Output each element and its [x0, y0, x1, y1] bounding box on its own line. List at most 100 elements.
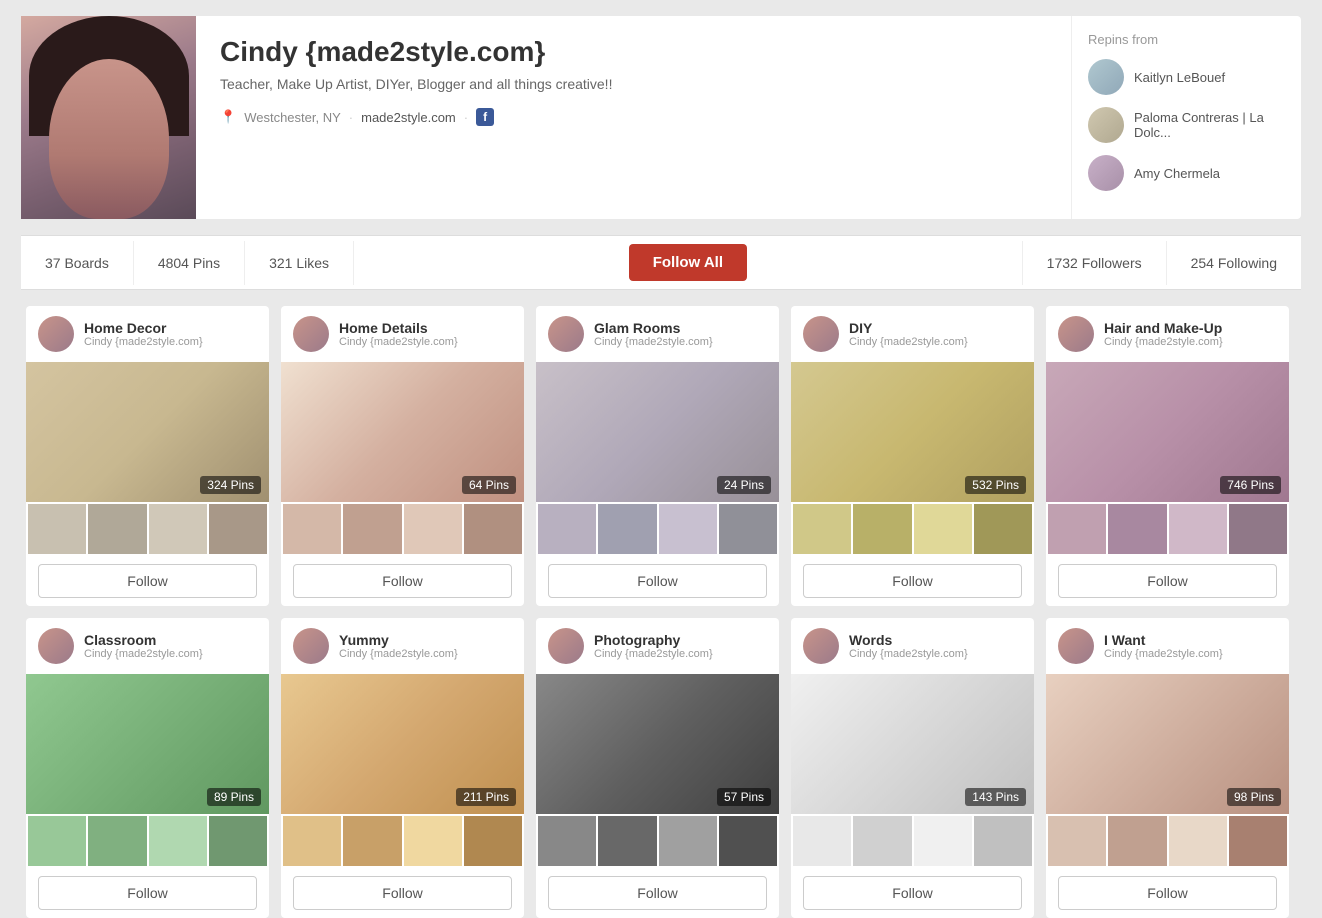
board-card-5: Classroom Cindy {made2style.com} 89 Pins… [26, 618, 269, 918]
follow-all-button[interactable]: Follow All [629, 244, 747, 281]
board-thumbs-5 [26, 814, 269, 868]
following-stat[interactable]: 254 Following [1166, 241, 1301, 285]
board-card-4: Hair and Make-Up Cindy {made2style.com} … [1046, 306, 1289, 606]
thumb-1 [1108, 816, 1166, 866]
board-card-6: Yummy Cindy {made2style.com} 211 Pins Fo… [281, 618, 524, 918]
separator2: · [464, 110, 468, 125]
board-pin-count-0: 324 Pins [200, 476, 261, 494]
board-avatar-7 [548, 628, 584, 664]
board-main-img-1[interactable]: 64 Pins [281, 362, 524, 502]
profile-website[interactable]: made2style.com [361, 110, 456, 125]
pins-stat[interactable]: 4804 Pins [134, 241, 245, 285]
board-main-img-5[interactable]: 89 Pins [26, 674, 269, 814]
board-main-img-0[interactable]: 324 Pins [26, 362, 269, 502]
thumb-1 [598, 504, 656, 554]
repin-name-3: Amy Chermela [1134, 166, 1220, 181]
board-title-5: Classroom [84, 632, 203, 648]
follow-button-5[interactable]: Follow [38, 876, 257, 910]
facebook-icon[interactable]: f [476, 108, 494, 126]
board-main-img-7[interactable]: 57 Pins [536, 674, 779, 814]
board-thumbs-4 [1046, 502, 1289, 556]
follow-button-3[interactable]: Follow [803, 564, 1022, 598]
thumb-1 [853, 816, 911, 866]
repin-avatar-1 [1088, 59, 1124, 95]
board-thumbs-9 [1046, 814, 1289, 868]
board-owner-7: Cindy {made2style.com} [594, 648, 713, 660]
thumb-2 [149, 504, 207, 554]
board-title-6: Yummy [339, 632, 458, 648]
board-card-8: Words Cindy {made2style.com} 143 Pins Fo… [791, 618, 1034, 918]
board-thumbs-6 [281, 814, 524, 868]
board-avatar-6 [293, 628, 329, 664]
board-pin-count-4: 746 Pins [1220, 476, 1281, 494]
thumb-0 [283, 504, 341, 554]
board-main-img-3[interactable]: 532 Pins [791, 362, 1034, 502]
board-main-img-9[interactable]: 98 Pins [1046, 674, 1289, 814]
board-title-2: Glam Rooms [594, 320, 713, 336]
thumb-1 [598, 816, 656, 866]
separator: · [349, 110, 353, 125]
followers-stat[interactable]: 1732 Followers [1022, 241, 1166, 285]
boards-stat[interactable]: 37 Boards [21, 241, 134, 285]
board-owner-4: Cindy {made2style.com} [1104, 336, 1223, 348]
board-header-6: Yummy Cindy {made2style.com} [281, 618, 524, 674]
repin-person-1[interactable]: Kaitlyn LeBouef [1088, 59, 1285, 95]
board-pin-count-6: 211 Pins [456, 788, 516, 806]
board-pin-count-8: 143 Pins [965, 788, 1026, 806]
follow-button-9[interactable]: Follow [1058, 876, 1277, 910]
follow-button-8[interactable]: Follow [803, 876, 1022, 910]
stats-bar: 37 Boards 4804 Pins 321 Likes Follow All… [21, 235, 1301, 290]
board-card-3: DIY Cindy {made2style.com} 532 Pins Foll… [791, 306, 1034, 606]
thumb-3 [1229, 816, 1287, 866]
likes-stat[interactable]: 321 Likes [245, 241, 354, 285]
thumb-1 [343, 816, 401, 866]
board-card-0: Home Decor Cindy {made2style.com} 324 Pi… [26, 306, 269, 606]
location-icon: 📍 [220, 109, 236, 125]
board-avatar-3 [803, 316, 839, 352]
repins-panel: Repins from Kaitlyn LeBouef Paloma Contr… [1071, 16, 1301, 219]
profile-bio: Teacher, Make Up Artist, DIYer, Blogger … [220, 76, 1047, 92]
thumb-3 [719, 816, 777, 866]
thumb-0 [283, 816, 341, 866]
board-header-3: DIY Cindy {made2style.com} [791, 306, 1034, 362]
follow-button-0[interactable]: Follow [38, 564, 257, 598]
thumb-0 [538, 504, 596, 554]
board-header-9: I Want Cindy {made2style.com} [1046, 618, 1289, 674]
board-title-8: Words [849, 632, 968, 648]
thumb-3 [974, 504, 1032, 554]
repin-person-2[interactable]: Paloma Contreras | La Dolc... [1088, 107, 1285, 143]
board-pin-count-5: 89 Pins [207, 788, 261, 806]
board-header-7: Photography Cindy {made2style.com} [536, 618, 779, 674]
board-pin-count-3: 532 Pins [965, 476, 1026, 494]
board-owner-5: Cindy {made2style.com} [84, 648, 203, 660]
board-header-2: Glam Rooms Cindy {made2style.com} [536, 306, 779, 362]
board-title-3: DIY [849, 320, 968, 336]
board-avatar-1 [293, 316, 329, 352]
board-avatar-5 [38, 628, 74, 664]
repin-person-3[interactable]: Amy Chermela [1088, 155, 1285, 191]
board-main-img-6[interactable]: 211 Pins [281, 674, 524, 814]
follow-button-7[interactable]: Follow [548, 876, 767, 910]
board-owner-3: Cindy {made2style.com} [849, 336, 968, 348]
board-owner-0: Cindy {made2style.com} [84, 336, 203, 348]
board-main-img-2[interactable]: 24 Pins [536, 362, 779, 502]
thumb-0 [28, 504, 86, 554]
board-owner-9: Cindy {made2style.com} [1104, 648, 1223, 660]
board-main-img-4[interactable]: 746 Pins [1046, 362, 1289, 502]
thumb-3 [464, 504, 522, 554]
repin-name-1: Kaitlyn LeBouef [1134, 70, 1225, 85]
thumb-2 [404, 504, 462, 554]
board-thumbs-7 [536, 814, 779, 868]
board-main-img-8[interactable]: 143 Pins [791, 674, 1034, 814]
thumb-2 [914, 504, 972, 554]
thumb-3 [464, 816, 522, 866]
board-header-0: Home Decor Cindy {made2style.com} [26, 306, 269, 362]
follow-button-6[interactable]: Follow [293, 876, 512, 910]
thumb-2 [914, 816, 972, 866]
follow-button-4[interactable]: Follow [1058, 564, 1277, 598]
thumb-1 [88, 504, 146, 554]
follow-button-1[interactable]: Follow [293, 564, 512, 598]
follow-button-2[interactable]: Follow [548, 564, 767, 598]
thumb-2 [149, 816, 207, 866]
board-title-4: Hair and Make-Up [1104, 320, 1223, 336]
